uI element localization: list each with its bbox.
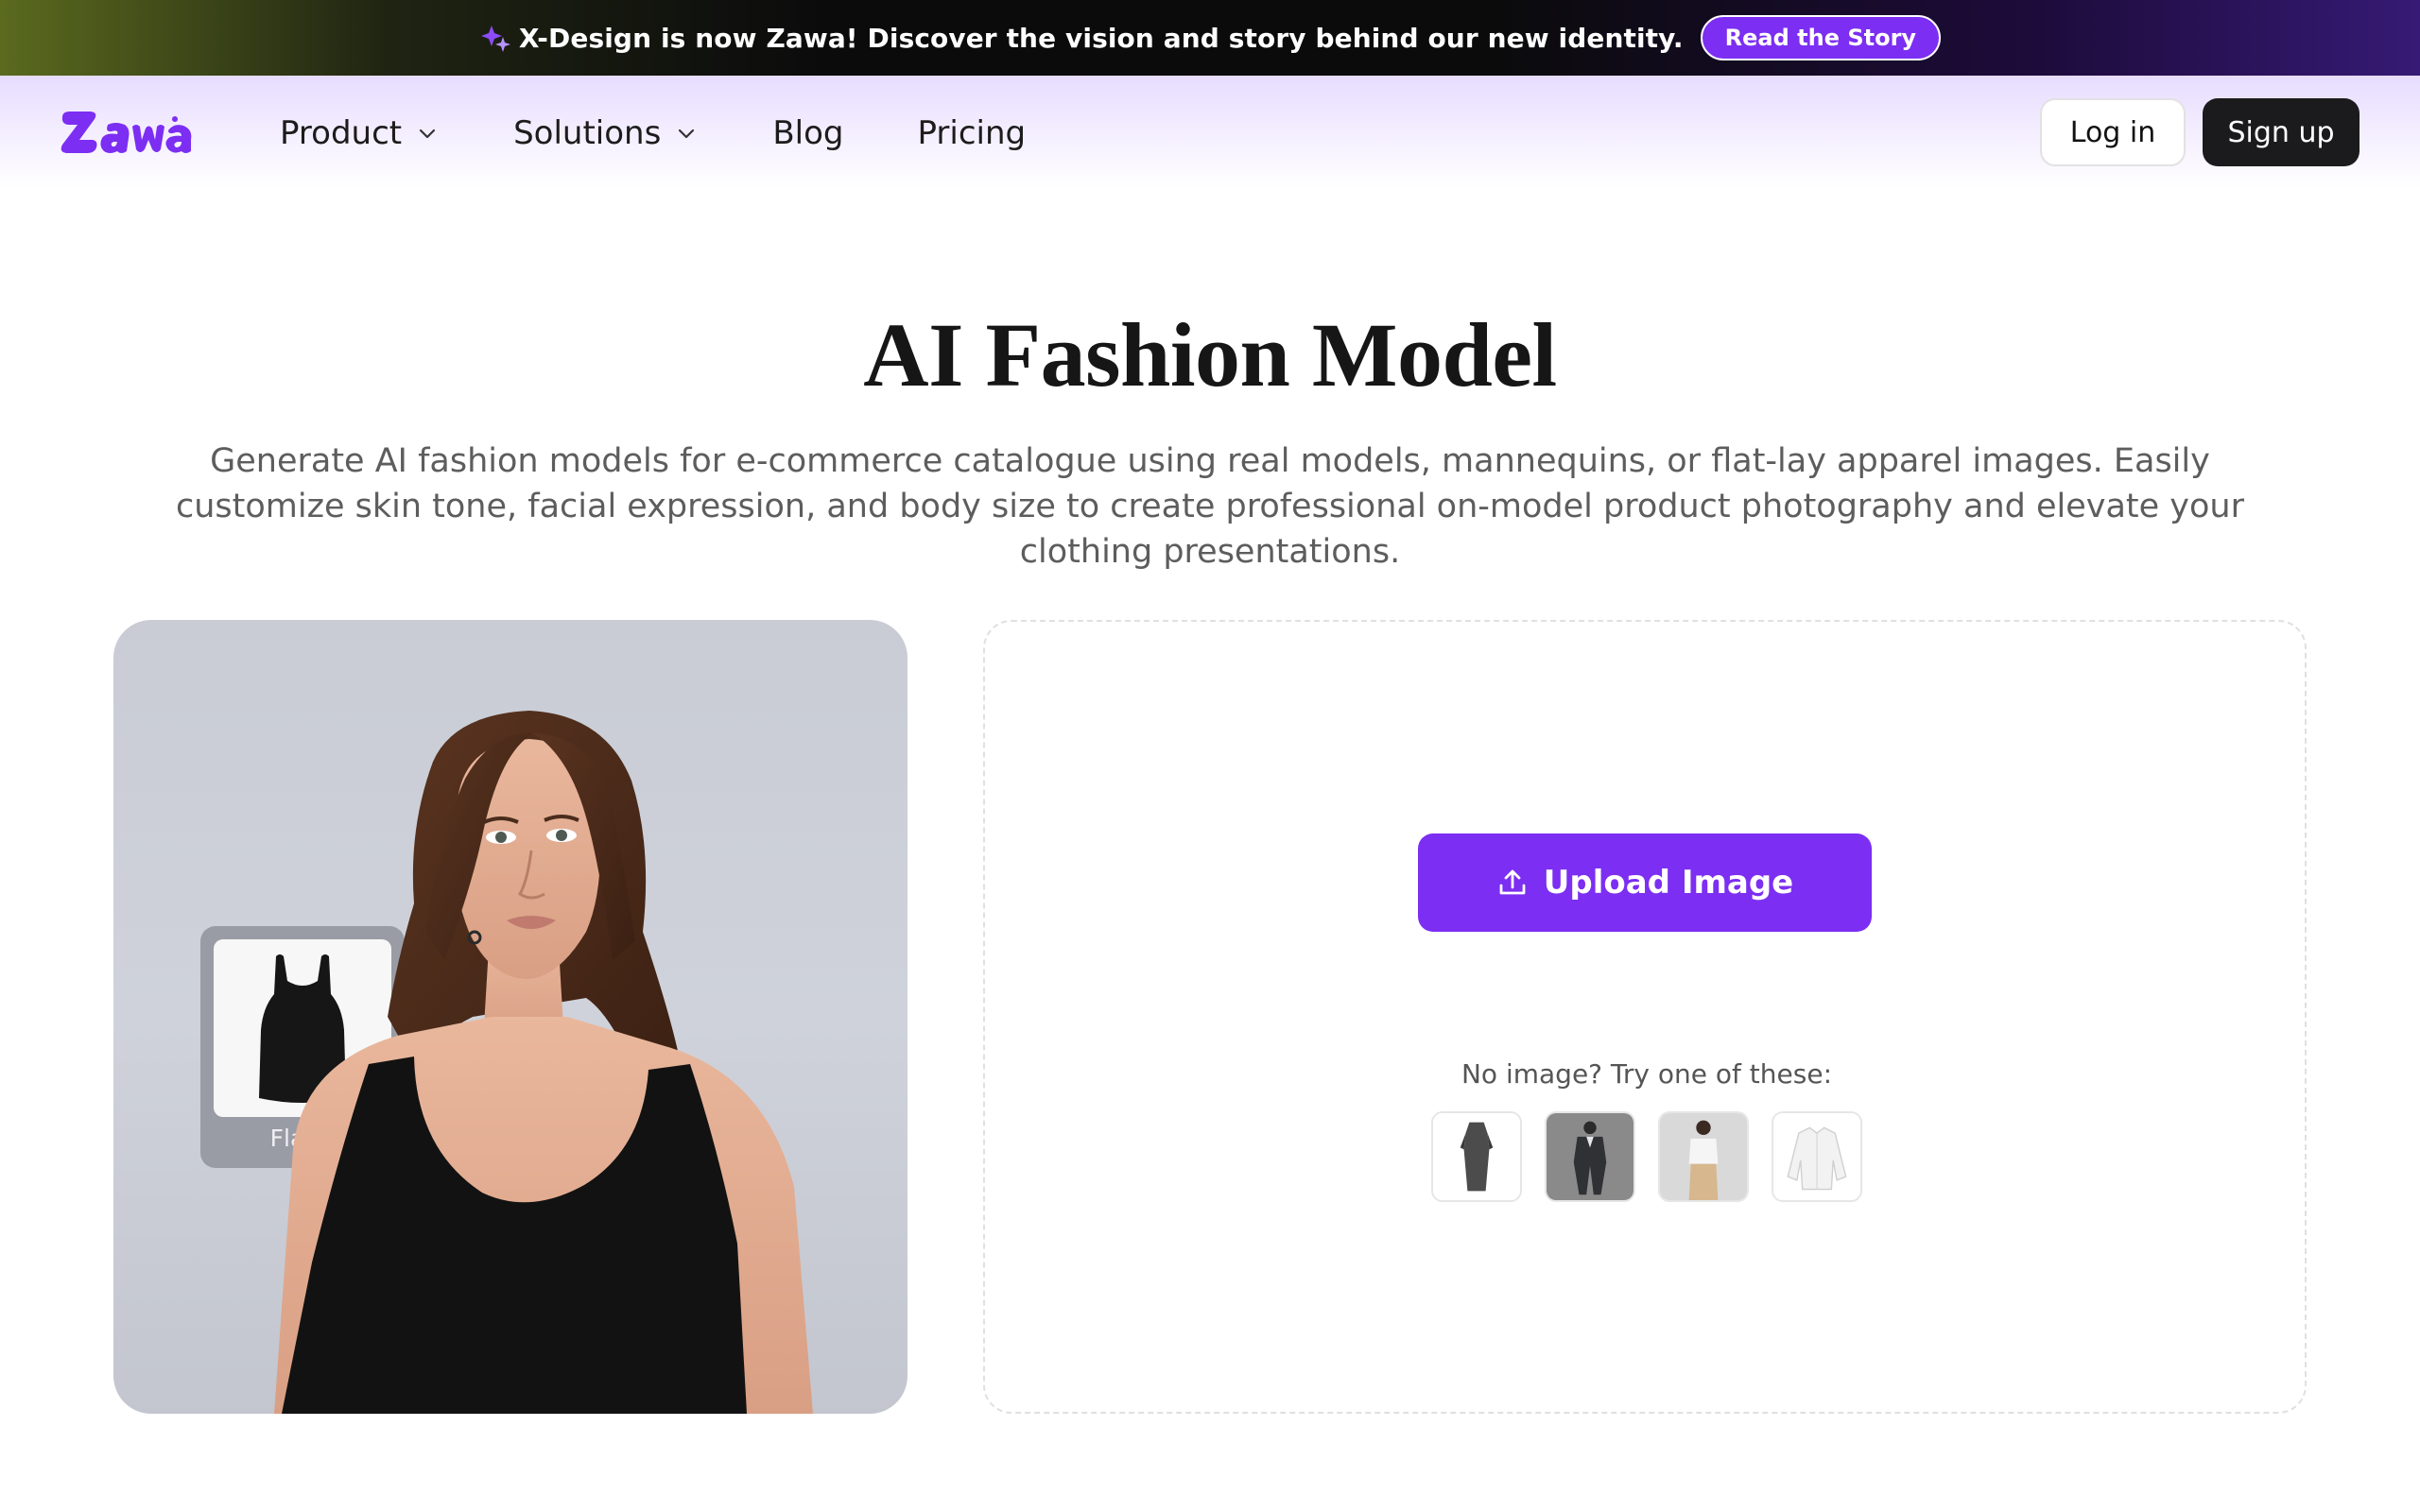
sample-white-shirt[interactable] bbox=[1772, 1111, 1862, 1202]
zawa-logo[interactable] bbox=[59, 106, 197, 161]
sparkle-icon bbox=[480, 26, 510, 52]
nav-solutions-label: Solutions bbox=[513, 114, 662, 152]
banner-text: X-Design is now Zawa! Discover the visio… bbox=[518, 22, 1684, 54]
try-samples-label: No image? Try one of these: bbox=[1461, 1058, 1832, 1090]
nav-blog[interactable]: Blog bbox=[772, 114, 843, 152]
page-subtitle: Generate AI fashion models for e-commerc… bbox=[175, 442, 2244, 571]
showcase-image: Flatla bbox=[113, 620, 908, 1414]
nav-solutions[interactable]: Solutions bbox=[513, 114, 697, 152]
nav-pricing[interactable]: Pricing bbox=[917, 114, 1026, 152]
chevron-down-icon bbox=[679, 129, 695, 139]
nav-blog-label: Blog bbox=[772, 114, 844, 152]
main-nav: Product Solutions Blog Pricing bbox=[280, 108, 1101, 159]
sample-blouse-model[interactable] bbox=[1658, 1111, 1749, 1202]
sample-dress[interactable] bbox=[1431, 1111, 1522, 1202]
upload-icon bbox=[1499, 869, 1526, 895]
upload-image-label: Upload Image bbox=[1543, 864, 1794, 902]
page-title: AI Fashion Model bbox=[863, 304, 1557, 405]
read-story-button[interactable]: Read the Story bbox=[1700, 15, 1942, 60]
nav-product-label: Product bbox=[280, 114, 403, 152]
login-button[interactable]: Log in bbox=[2040, 98, 2186, 166]
nav-product[interactable]: Product bbox=[280, 114, 438, 152]
chevron-down-icon bbox=[419, 129, 436, 139]
site-header: Product Solutions Blog Pricing Log in Si… bbox=[0, 76, 2420, 189]
sample-suit[interactable] bbox=[1545, 1111, 1635, 1202]
fashion-model-image bbox=[274, 711, 813, 1414]
upload-panel[interactable]: Upload Image No image? Try one of these: bbox=[983, 620, 2307, 1414]
nav-pricing-label: Pricing bbox=[917, 114, 1027, 152]
upload-image-button[interactable]: Upload Image bbox=[1418, 833, 1872, 932]
sample-images bbox=[1431, 1111, 1885, 1202]
signup-button[interactable]: Sign up bbox=[2203, 98, 2360, 166]
announcement-banner: X-Design is now Zawa! Discover the visio… bbox=[0, 0, 2420, 76]
